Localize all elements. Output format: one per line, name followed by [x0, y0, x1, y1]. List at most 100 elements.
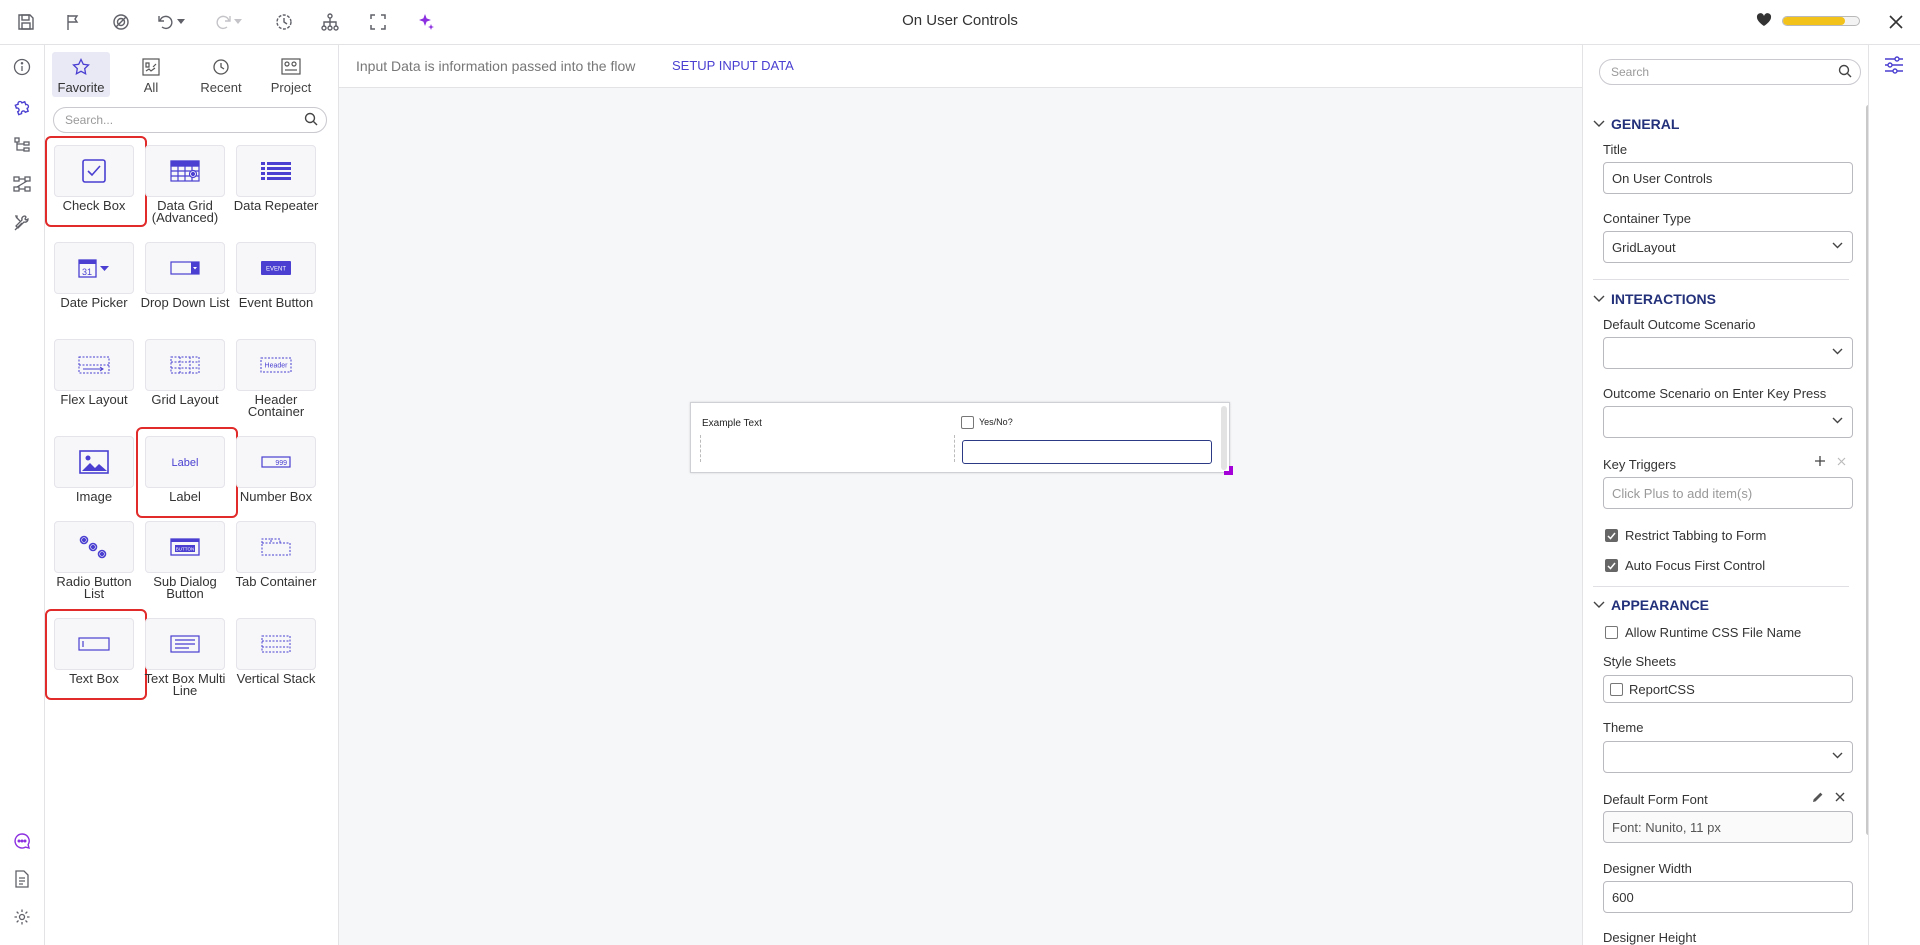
- tool-check-box[interactable]: Check Box: [45, 136, 147, 235]
- flag-icon[interactable]: [60, 9, 86, 35]
- tool-radio-button-list[interactable]: Radio Button List: [53, 521, 135, 611]
- tool-vertical-stack[interactable]: Vertical Stack: [235, 618, 317, 708]
- settings-sliders-icon[interactable]: [1883, 55, 1905, 75]
- tab-all-label: All: [143, 80, 159, 95]
- sparkle-icon[interactable]: [413, 9, 439, 35]
- section-appearance[interactable]: APPEARANCE: [1593, 597, 1709, 613]
- info-icon[interactable]: [9, 54, 35, 80]
- properties-search-input[interactable]: [1599, 59, 1861, 85]
- tab-project[interactable]: Project: [262, 52, 320, 97]
- search-icon[interactable]: [1838, 64, 1852, 78]
- gear-settings-icon[interactable]: [9, 904, 35, 930]
- tool-label: Data Grid (Advanced): [151, 198, 219, 225]
- redo-dropdown-icon[interactable]: [231, 9, 245, 35]
- tool-text-box[interactable]: Text Box: [45, 609, 147, 708]
- flow-icon[interactable]: [9, 171, 35, 197]
- enter-key-outcome-select[interactable]: [1603, 406, 1853, 438]
- tool-label-control[interactable]: Label Label: [136, 427, 238, 526]
- section-general[interactable]: GENERAL: [1593, 116, 1679, 132]
- tool-image[interactable]: Image: [53, 436, 135, 526]
- tool-data-grid-advanced[interactable]: Data Grid (Advanced): [144, 145, 226, 235]
- add-icon[interactable]: [1814, 455, 1826, 467]
- designer-height-label: Designer Height: [1603, 930, 1697, 945]
- form-text-box[interactable]: [962, 440, 1212, 464]
- tool-number-box[interactable]: 999 Number Box: [235, 436, 317, 526]
- sub-dialog-icon: BUTTON: [145, 521, 225, 573]
- chat-icon[interactable]: [9, 828, 35, 854]
- tool-label: Date Picker: [60, 295, 128, 310]
- default-outcome-label: Default Outcome Scenario: [1603, 317, 1756, 332]
- default-font-label: Default Form Font: [1603, 792, 1708, 807]
- container-type-select[interactable]: GridLayout: [1603, 231, 1853, 263]
- chevron-down-icon: [1832, 417, 1843, 424]
- tool-grid-layout[interactable]: Grid Layout: [144, 339, 226, 429]
- tool-text-box-multi-line[interactable]: Text Box Multi Line: [144, 618, 226, 708]
- hierarchy-icon[interactable]: [317, 9, 343, 35]
- puzzle-icon[interactable]: [9, 93, 35, 119]
- search-icon[interactable]: [304, 112, 318, 126]
- form-scrollbar[interactable]: [1221, 406, 1227, 470]
- heart-icon[interactable]: [1756, 13, 1772, 27]
- data-grid-icon: [145, 145, 225, 197]
- yes-no-checkbox[interactable]: [961, 416, 974, 429]
- remove-icon[interactable]: [1837, 457, 1846, 466]
- auto-focus-checkbox[interactable]: [1605, 559, 1618, 572]
- example-text-label[interactable]: Example Text: [702, 418, 762, 429]
- label-placeholder-cell[interactable]: [700, 435, 955, 462]
- tool-label: Header Container: [247, 392, 305, 419]
- form-preview[interactable]: Example Text Yes/No?: [690, 402, 1233, 475]
- undo-dropdown-icon[interactable]: [174, 9, 188, 35]
- tool-label: Vertical Stack: [236, 671, 316, 686]
- theme-select[interactable]: [1603, 741, 1853, 773]
- key-triggers-field[interactable]: Click Plus to add item(s): [1603, 477, 1853, 509]
- number-icon-text: 999: [275, 460, 287, 467]
- container-type-value: GridLayout: [1612, 239, 1676, 255]
- tool-drop-down-list[interactable]: Drop Down List: [141, 242, 229, 332]
- title-field[interactable]: On User Controls: [1603, 162, 1853, 194]
- debug-icon[interactable]: [108, 9, 134, 35]
- section-interactions-title: INTERACTIONS: [1611, 291, 1716, 307]
- tab-recent[interactable]: Recent: [192, 52, 250, 97]
- allow-css-checkbox[interactable]: [1605, 626, 1618, 639]
- default-outcome-select[interactable]: [1603, 337, 1853, 369]
- tool-flex-layout[interactable]: Flex Layout: [53, 339, 135, 429]
- document-icon[interactable]: [9, 866, 35, 892]
- tab-all[interactable]: All: [122, 52, 180, 97]
- event-button-icon: EVENT: [236, 242, 316, 294]
- section-appearance-title: APPEARANCE: [1611, 597, 1710, 613]
- toolbox-search-input[interactable]: [53, 107, 327, 133]
- theme-label: Theme: [1603, 720, 1644, 735]
- tool-data-repeater[interactable]: Data Repeater: [234, 145, 318, 235]
- edit-icon[interactable]: [1812, 791, 1824, 803]
- right-rail: [1868, 45, 1920, 945]
- default-font-field[interactable]: Font: Nunito, 11 px: [1603, 811, 1853, 843]
- fullscreen-icon[interactable]: [365, 9, 391, 35]
- tool-event-button[interactable]: EVENT Event Button: [235, 242, 317, 332]
- tool-tab-container[interactable]: Tab Container: [235, 521, 317, 611]
- tool-header-container[interactable]: Header Header Container: [235, 339, 317, 429]
- design-canvas[interactable]: Input Data is information passed into th…: [339, 45, 1582, 945]
- tree-icon[interactable]: [9, 132, 35, 158]
- tool-date-picker[interactable]: 31 Date Picker: [53, 242, 135, 332]
- tool-sub-dialog-button[interactable]: BUTTON Sub Dialog Button: [144, 521, 226, 611]
- tab-favorite[interactable]: Favorite: [52, 52, 110, 97]
- clear-icon[interactable]: [1835, 792, 1845, 802]
- container-type-label: Container Type: [1603, 211, 1691, 226]
- restrict-tabbing-checkbox[interactable]: [1605, 529, 1618, 542]
- section-interactions[interactable]: INTERACTIONS: [1593, 291, 1716, 307]
- style-sheets-list: ReportCSS: [1603, 675, 1853, 703]
- tool-label: Check Box: [62, 198, 126, 213]
- tool-label: Tab Container: [235, 574, 317, 589]
- tool-label: Flex Layout: [60, 392, 128, 407]
- tools-icon[interactable]: [9, 210, 35, 236]
- reportcss-checkbox[interactable]: [1610, 683, 1623, 696]
- setup-input-data-link[interactable]: SETUP INPUT DATA: [672, 58, 794, 73]
- designer-width-field[interactable]: 600: [1603, 881, 1853, 913]
- title-label: Title: [1603, 142, 1628, 157]
- data-repeater-icon: [236, 145, 316, 197]
- history-icon[interactable]: [271, 9, 297, 35]
- event-icon-text: EVENT: [266, 267, 286, 273]
- close-icon[interactable]: [1883, 9, 1909, 35]
- resize-handle[interactable]: [1224, 466, 1233, 475]
- save-icon[interactable]: [13, 9, 39, 35]
